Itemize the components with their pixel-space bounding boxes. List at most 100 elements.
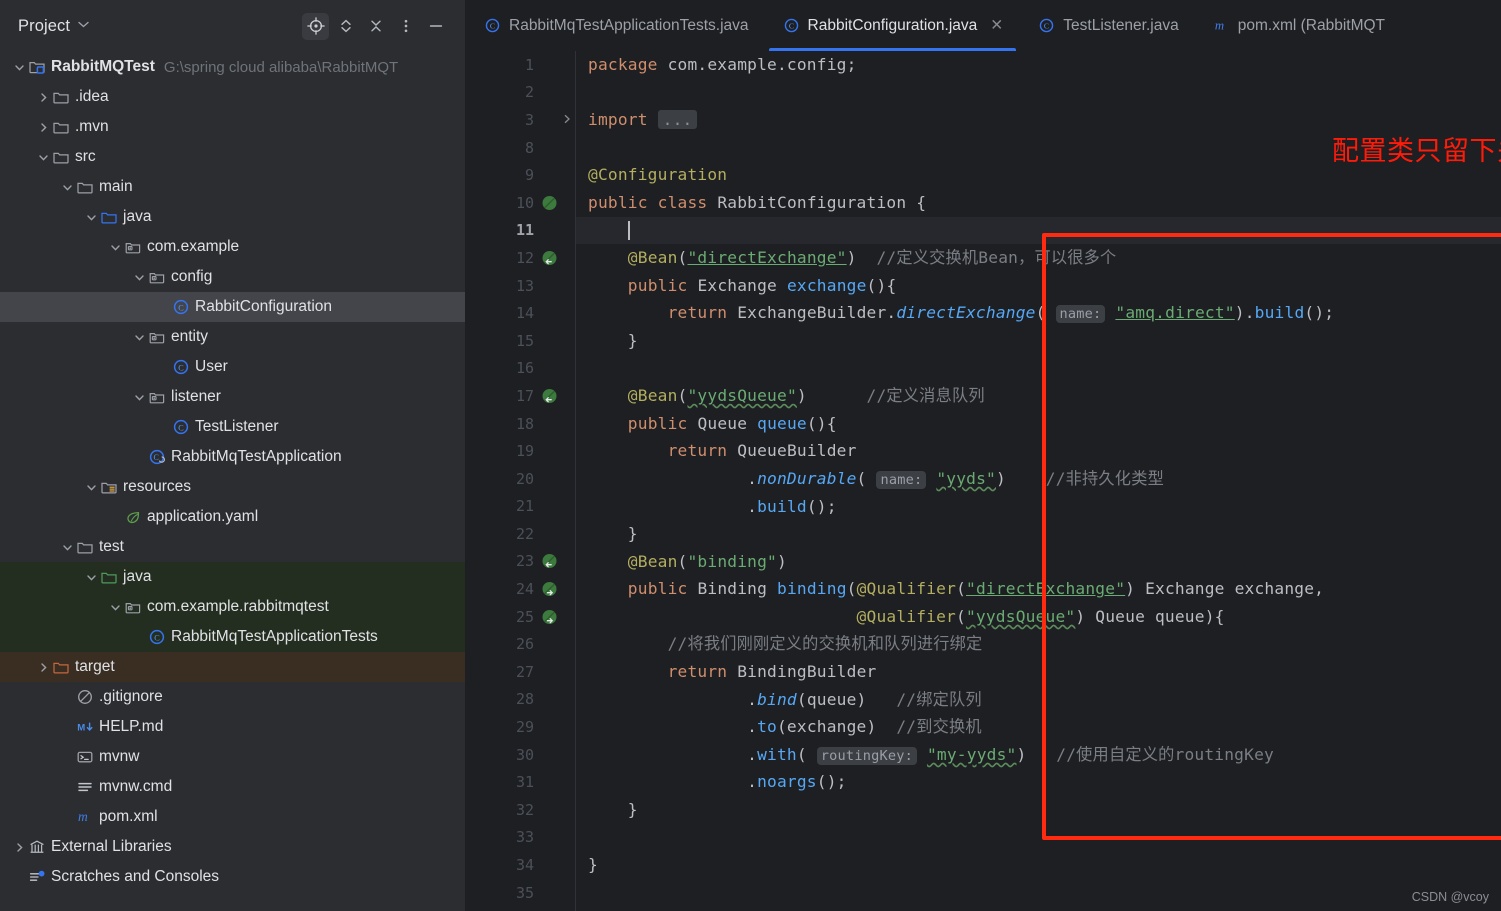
code-line[interactable] xyxy=(576,79,1501,107)
gutter-line[interactable]: 16 xyxy=(466,355,576,383)
tree-node-listener[interactable]: listener xyxy=(0,382,465,412)
gutter-line[interactable]: 17 xyxy=(466,382,576,410)
gutter-line[interactable]: 31 xyxy=(466,768,576,796)
gutter-line[interactable]: 15 xyxy=(466,327,576,355)
tree-node-config[interactable]: config xyxy=(0,262,465,292)
tree-node-rabbitconfiguration[interactable]: C RabbitConfiguration xyxy=(0,292,465,322)
tree-node-com-example[interactable]: com.example xyxy=(0,232,465,262)
gutter-line[interactable]: 3 xyxy=(466,106,576,134)
code-line[interactable]: @Bean("binding") xyxy=(576,548,1501,576)
tree-node-help-md[interactable]: M HELP.md xyxy=(0,712,465,742)
code-line[interactable]: return QueueBuilder xyxy=(576,437,1501,465)
gutter-line[interactable]: 19 xyxy=(466,437,576,465)
code-line[interactable] xyxy=(576,879,1501,907)
code-line[interactable]: .build(); xyxy=(576,493,1501,521)
gutter-line[interactable]: 27 xyxy=(466,658,576,686)
gutter-line[interactable]: 35 xyxy=(466,879,576,907)
chevron-down-icon[interactable] xyxy=(84,570,98,584)
fold-expand-icon[interactable] xyxy=(562,114,572,126)
chevron-down-icon[interactable] xyxy=(108,600,122,614)
folded-imports-placeholder[interactable]: ... xyxy=(657,110,698,130)
gutter-line[interactable]: 2 xyxy=(466,79,576,107)
code-line[interactable]: .to(exchange) //到交换机 xyxy=(576,713,1501,741)
hide-panel-icon[interactable] xyxy=(422,13,449,40)
code-line[interactable]: return ExchangeBuilder.directExchange( n… xyxy=(576,299,1501,327)
gutter-line[interactable]: 26 xyxy=(466,630,576,658)
code-line[interactable]: package com.example.config; xyxy=(576,51,1501,79)
tree-node-user[interactable]: C User xyxy=(0,352,465,382)
spring-bean-gutter-icon[interactable] xyxy=(541,194,558,211)
gutter-line[interactable]: 24 xyxy=(466,575,576,603)
code-line[interactable]: //将我们刚刚定义的交换机和队列进行绑定 xyxy=(576,630,1501,658)
gutter-line[interactable]: 22 xyxy=(466,520,576,548)
tree-node-scratches-and-consoles[interactable]: Scratches and Consoles xyxy=(0,862,465,892)
chevron-down-icon[interactable] xyxy=(12,60,26,74)
project-tree[interactable]: RabbitMQTest G:\spring cloud alibaba\Rabb… xyxy=(0,52,465,892)
chevron-right-icon[interactable] xyxy=(36,660,50,674)
editor-tab-rabbitmqtestapplicationtests-java[interactable]: C RabbitMqTestApplicationTests.java xyxy=(466,0,765,51)
tree-node-testlistener[interactable]: C TestListener xyxy=(0,412,465,442)
spring-bean-gutter-icon[interactable] xyxy=(541,553,558,570)
editor-tab-rabbitconfiguration-java[interactable]: C RabbitConfiguration.java ✕ xyxy=(765,0,1021,51)
gutter-line[interactable]: 29 xyxy=(466,713,576,741)
gutter-line[interactable]: 23 xyxy=(466,548,576,576)
gutter-line[interactable]: 18 xyxy=(466,410,576,438)
gutter-line[interactable]: 33 xyxy=(466,824,576,852)
tree-node-src[interactable]: src xyxy=(0,142,465,172)
code-text-area[interactable]: package com.example.config; import ... @Co… xyxy=(576,51,1501,911)
tree-node-target[interactable]: target xyxy=(0,652,465,682)
gutter-line[interactable]: 30 xyxy=(466,741,576,769)
spring-bean-gutter-icon[interactable] xyxy=(541,581,558,598)
code-line[interactable]: @Bean("yydsQueue") //定义消息队列 xyxy=(576,382,1501,410)
chevron-down-icon[interactable] xyxy=(60,180,74,194)
tree-node-com-example-rabbitmqtest[interactable]: com.example.rabbitmqtest xyxy=(0,592,465,622)
gutter-line[interactable]: 1 xyxy=(466,51,576,79)
code-line[interactable]: } xyxy=(576,327,1501,355)
gutter-line[interactable]: 8 xyxy=(466,134,576,162)
gutter-line[interactable]: 11 xyxy=(466,217,576,245)
tree-node-external-libraries[interactable]: External Libraries xyxy=(0,832,465,862)
code-line[interactable]: .with( routingKey: "my-yyds") //使用自定义的ro… xyxy=(576,741,1501,769)
gutter-line[interactable]: 28 xyxy=(466,686,576,714)
tree-node-mvn[interactable]: .mvn xyxy=(0,112,465,142)
tree-node-java[interactable]: java xyxy=(0,562,465,592)
code-line[interactable]: } xyxy=(576,796,1501,824)
chevron-right-icon[interactable] xyxy=(12,840,26,854)
gutter-line[interactable]: 21 xyxy=(466,493,576,521)
expand-collapse-icon[interactable] xyxy=(332,13,359,40)
editor-tab-pom-xml-rabbitmqt[interactable]: m pom.xml (RabbitMQT xyxy=(1195,0,1401,51)
spring-bean-gutter-icon[interactable] xyxy=(541,387,558,404)
chevron-down-icon[interactable] xyxy=(84,210,98,224)
tree-node-pom-xml[interactable]: m pom.xml xyxy=(0,802,465,832)
code-line[interactable] xyxy=(576,355,1501,383)
locate-file-icon[interactable] xyxy=(302,12,329,40)
spring-bean-gutter-icon[interactable] xyxy=(541,608,558,625)
more-options-icon[interactable] xyxy=(392,13,419,40)
code-line[interactable] xyxy=(576,824,1501,852)
tree-node-rabbitmqtest[interactable]: RabbitMQTest G:\spring cloud alibaba\Rabb… xyxy=(0,52,465,82)
tree-node-gitignore[interactable]: .gitignore xyxy=(0,682,465,712)
collapse-all-icon[interactable] xyxy=(362,13,389,40)
code-line[interactable]: .noargs(); xyxy=(576,768,1501,796)
tree-node-java[interactable]: java xyxy=(0,202,465,232)
gutter-line[interactable]: 10 xyxy=(466,189,576,217)
gutter-line[interactable]: 14 xyxy=(466,299,576,327)
code-line[interactable]: @Qualifier("yydsQueue") Queue queue){ xyxy=(576,603,1501,631)
tree-node-rabbitmqtestapplication[interactable]: C RabbitMqTestApplication xyxy=(0,442,465,472)
chevron-right-icon[interactable] xyxy=(36,120,50,134)
gutter-line[interactable]: 20 xyxy=(466,465,576,493)
close-icon[interactable]: ✕ xyxy=(989,17,1004,34)
chevron-down-icon[interactable] xyxy=(36,150,50,164)
tree-node-rabbitmqtestapplicationtests[interactable]: C RabbitMqTestApplicationTests xyxy=(0,622,465,652)
editor-tab-testlistener-java[interactable]: C TestListener.java xyxy=(1020,0,1194,51)
chevron-down-icon[interactable] xyxy=(132,270,146,284)
tree-node-idea[interactable]: .idea xyxy=(0,82,465,112)
code-line[interactable]: } xyxy=(576,851,1501,879)
gutter-line[interactable]: 13 xyxy=(466,272,576,300)
code-line[interactable]: return BindingBuilder xyxy=(576,658,1501,686)
code-line[interactable]: public Exchange exchange(){ xyxy=(576,272,1501,300)
gutter-line[interactable]: 34 xyxy=(466,851,576,879)
tree-node-test[interactable]: test xyxy=(0,532,465,562)
tree-node-main[interactable]: main xyxy=(0,172,465,202)
chevron-down-icon[interactable] xyxy=(60,540,74,554)
